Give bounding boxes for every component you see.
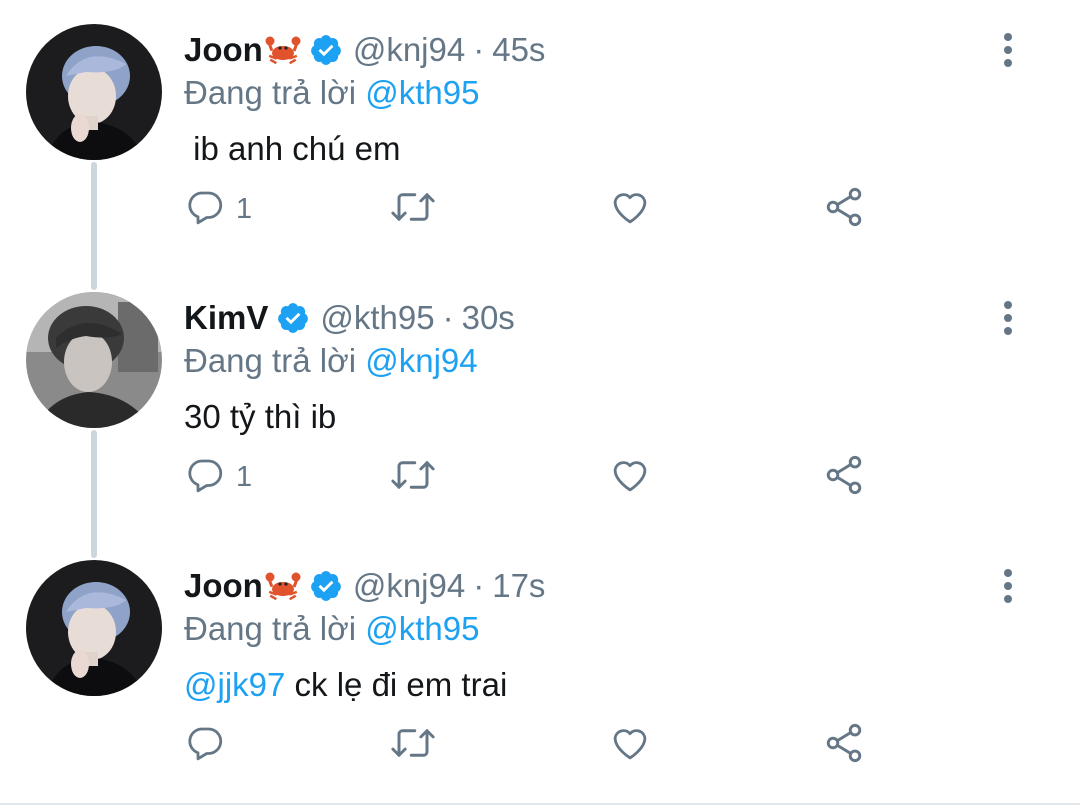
reply-button[interactable]: [184, 720, 236, 770]
more-options-icon[interactable]: [990, 300, 1026, 336]
crab-emoji: [265, 570, 301, 602]
avatar[interactable]: [26, 24, 162, 160]
like-icon: [608, 722, 652, 769]
reply-icon: [184, 186, 226, 233]
like-button[interactable]: [608, 184, 652, 234]
user-handle[interactable]: @kth95: [320, 299, 434, 337]
reply-button[interactable]: 1: [184, 184, 252, 234]
display-name[interactable]: KimV: [184, 299, 268, 337]
share-icon: [822, 453, 866, 502]
like-icon: [608, 186, 652, 233]
retweet-button[interactable]: [390, 184, 436, 234]
tweet-header: KimV @kth95 · 30s: [184, 298, 515, 338]
reply-to-handle[interactable]: @kth95: [365, 74, 479, 111]
tweet[interactable]: Joon @knj94 · 17s Đang trả lời @kth95 @j…: [0, 536, 1080, 804]
tweet[interactable]: Joon @knj94 · 45s Đang trả lời @kth95 ib…: [0, 0, 1080, 268]
reply-prefix: Đang trả lời: [184, 610, 357, 647]
display-name[interactable]: Joon: [184, 567, 263, 605]
tweet-text: 30 tỷ thì ib: [184, 398, 336, 436]
reply-prefix: Đang trả lời: [184, 74, 357, 111]
tweet-text-content: ck lẹ đi em trai: [285, 666, 508, 703]
reply-count: 1: [236, 192, 253, 225]
tweet-actions: 1: [184, 452, 884, 502]
separator-dot: ·: [473, 31, 485, 68]
more-options-icon[interactable]: [990, 32, 1026, 68]
share-button[interactable]: [822, 720, 866, 770]
tweet-header: Joon @knj94 · 17s: [184, 566, 545, 606]
retweet-icon: [390, 186, 436, 233]
share-button[interactable]: [822, 452, 866, 502]
reply-to-handle[interactable]: @knj94: [365, 342, 477, 379]
tweet-text-content: ib anh chú em: [184, 130, 401, 167]
user-handle[interactable]: @knj94: [353, 31, 465, 69]
tweet-header: Joon @knj94 · 45s: [184, 30, 545, 70]
timestamp[interactable]: 30s: [462, 299, 515, 337]
tweet-text: @jjk97 ck lẹ đi em trai: [184, 666, 507, 704]
reply-icon: [184, 722, 226, 769]
tweet-actions: 1: [184, 184, 884, 234]
timestamp[interactable]: 17s: [492, 567, 545, 605]
retweet-icon: [390, 454, 436, 501]
retweet-icon: [390, 722, 436, 769]
tweet-text: ib anh chú em: [184, 130, 400, 168]
like-icon: [608, 454, 652, 501]
retweet-button[interactable]: [390, 452, 436, 502]
separator-dot: ·: [473, 567, 485, 604]
timestamp[interactable]: 45s: [492, 31, 545, 69]
replying-to: Đang trả lời @knj94: [184, 342, 478, 380]
verified-badge-icon: [276, 301, 310, 335]
tweet-actions: [184, 720, 884, 770]
replying-to: Đang trả lời @kth95: [184, 74, 479, 112]
verified-badge-icon: [309, 33, 343, 67]
separator-dot: ·: [442, 299, 454, 336]
tweet[interactable]: KimV @kth95 · 30s Đang trả lời @knj94 30…: [0, 268, 1080, 536]
avatar[interactable]: [26, 560, 162, 696]
like-button[interactable]: [608, 452, 652, 502]
like-button[interactable]: [608, 720, 652, 770]
mention[interactable]: @jjk97: [184, 666, 285, 703]
reply-count: 1: [236, 460, 253, 493]
reply-button[interactable]: 1: [184, 452, 252, 502]
user-handle[interactable]: @knj94: [353, 567, 465, 605]
reply-icon: [184, 454, 226, 501]
share-icon: [822, 721, 866, 770]
reply-to-handle[interactable]: @kth95: [365, 610, 479, 647]
display-name[interactable]: Joon: [184, 31, 263, 69]
retweet-button[interactable]: [390, 720, 436, 770]
replying-to: Đang trả lời @kth95: [184, 610, 479, 648]
verified-badge-icon: [309, 569, 343, 603]
reply-prefix: Đang trả lời: [184, 342, 357, 379]
crab-emoji: [265, 34, 301, 66]
share-icon: [822, 185, 866, 234]
share-button[interactable]: [822, 184, 866, 234]
more-options-icon[interactable]: [990, 568, 1026, 604]
tweet-text-content: 30 tỷ thì ib: [184, 398, 337, 435]
avatar[interactable]: [26, 292, 162, 428]
